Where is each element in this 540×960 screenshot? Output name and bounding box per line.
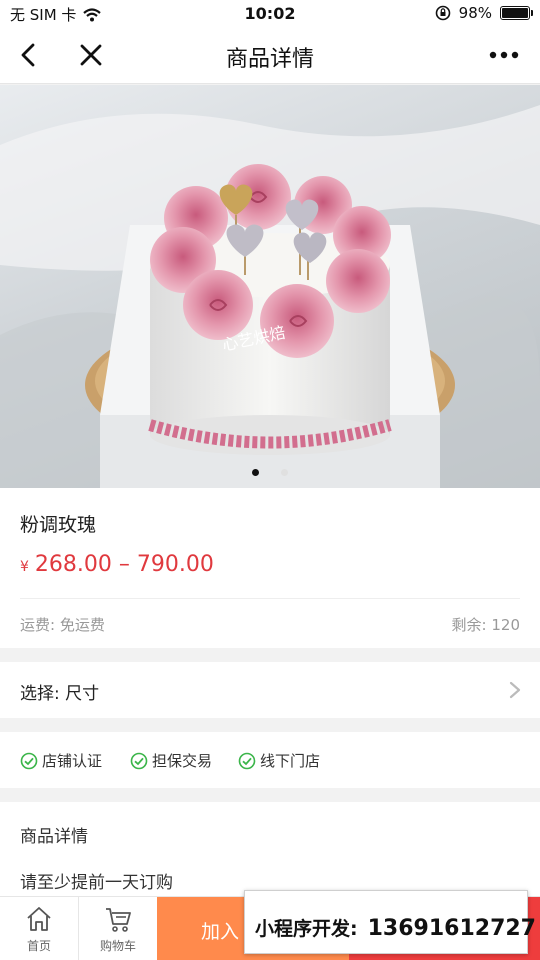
more-icon[interactable] <box>486 40 522 70</box>
cake-image: 心艺烘焙 <box>0 105 540 488</box>
product-details: 商品详情 请至少提前一天订购 <box>0 802 540 896</box>
check-circle-icon <box>130 752 148 769</box>
check-circle-icon <box>238 752 256 769</box>
details-note: 请至少提前一天订购 <box>20 873 173 893</box>
gallery-pagination <box>0 469 540 476</box>
chevron-right-icon <box>509 681 521 699</box>
promo-phone: 13691612727 <box>367 916 536 941</box>
product-name: 粉调玫瑰 <box>20 514 97 536</box>
battery-percent: 98% <box>458 4 492 22</box>
guarantee-label: 店铺认证 <box>42 752 103 770</box>
guarantee-item: 店铺认证 <box>20 750 102 771</box>
promo-label: 小程序开发: <box>255 918 358 940</box>
home-label: 首页 <box>26 939 51 953</box>
pagination-dot[interactable] <box>281 469 288 476</box>
battery-icon <box>500 6 533 20</box>
status-right: 98% <box>435 4 533 22</box>
divider <box>20 598 520 599</box>
promo-banner: 小程序开发: 13691612727 <box>244 890 536 954</box>
guarantee-item: 线下门店 <box>238 750 320 771</box>
product-info: 粉调玫瑰 ¥268.00 – 790.00 运费: 免运费 剩余: 120 <box>0 488 540 648</box>
pagination-dot-active[interactable] <box>252 469 259 476</box>
check-circle-icon <box>20 752 38 769</box>
home-icon <box>27 907 51 931</box>
option-selector[interactable]: 选择: 尺寸 <box>0 662 540 718</box>
nav-bar: 商品详情 <box>0 28 540 84</box>
guarantee-item: 担保交易 <box>130 750 212 771</box>
status-bar: 无 SIM 卡 10:02 98% <box>0 0 540 28</box>
guarantee-label: 担保交易 <box>152 752 213 770</box>
shipping-fee: 运费: 免运费 <box>20 616 105 634</box>
home-tab[interactable]: 首页 <box>0 897 78 960</box>
product-image-gallery[interactable]: 心艺烘焙 <box>0 85 540 488</box>
cart-tab[interactable]: 购物车 <box>78 897 156 960</box>
stock-remaining: 剩余: 120 <box>451 616 520 634</box>
product-price: ¥268.00 – 790.00 <box>20 552 214 577</box>
guarantee-label: 线下门店 <box>260 752 321 770</box>
details-heading: 商品详情 <box>20 827 88 847</box>
page-title: 商品详情 <box>225 47 314 72</box>
guarantee-row: 店铺认证 担保交易 线下门店 <box>0 732 540 788</box>
cart-label: 购物车 <box>99 939 136 953</box>
option-label: 选择: 尺寸 <box>20 684 100 704</box>
cart-icon <box>106 908 131 932</box>
currency-symbol: ¥ <box>20 559 29 575</box>
price-range: 268.00 – 790.00 <box>34 552 214 577</box>
orientation-lock-icon <box>435 5 450 21</box>
